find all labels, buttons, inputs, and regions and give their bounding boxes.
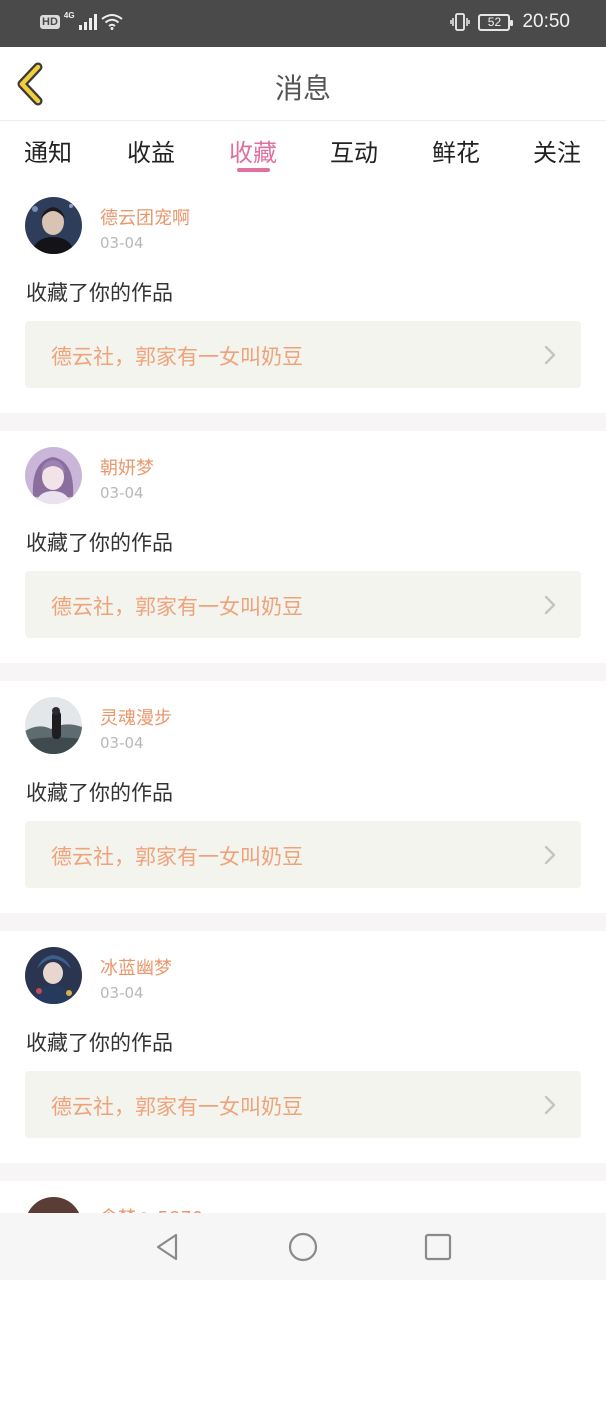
vibrate-icon — [450, 13, 471, 31]
divider — [0, 1163, 606, 1181]
app-header: 消息 — [0, 47, 606, 121]
action-text: 收藏了你的作品 — [26, 1031, 173, 1055]
divider — [0, 663, 606, 681]
chevron-right-icon — [544, 1095, 556, 1115]
work-title: 德云社，郭家有一女叫奶豆 — [51, 845, 303, 869]
status-left: HD 4G — [40, 11, 123, 30]
chevron-right-icon — [544, 845, 556, 865]
username[interactable]: 灵魂漫步 — [100, 704, 172, 730]
work-link[interactable]: 德云社，郭家有一女叫奶豆 — [25, 571, 581, 638]
work-title: 德云社，郭家有一女叫奶豆 — [51, 595, 303, 619]
work-link[interactable]: 德云社，郭家有一女叫奶豆 — [25, 821, 581, 888]
message-date: 03-04 — [100, 734, 144, 752]
divider — [0, 413, 606, 431]
chevron-right-icon — [544, 595, 556, 615]
message-date: 03-04 — [100, 984, 144, 1002]
tab-bar: 通知 收益 收藏 互动 鲜花 关注 — [0, 121, 606, 181]
clock: 20:50 — [522, 11, 570, 32]
chevron-right-icon — [544, 345, 556, 365]
tab-favorites[interactable]: 收藏 — [229, 133, 277, 168]
network-type: 4G — [63, 11, 75, 20]
action-text: 收藏了你的作品 — [26, 281, 173, 305]
message-date: 03-04 — [100, 234, 144, 252]
tab-flowers[interactable]: 鲜花 — [432, 133, 480, 168]
work-link[interactable]: 德云社，郭家有一女叫奶豆 — [25, 1071, 581, 1138]
wifi-icon — [100, 14, 123, 30]
system-nav-bar — [0, 1213, 606, 1280]
avatar[interactable] — [25, 197, 82, 254]
action-text: 收藏了你的作品 — [26, 531, 173, 555]
battery-indicator: 52 — [478, 13, 514, 31]
divider — [0, 913, 606, 931]
username[interactable]: 朝妍梦 — [100, 454, 154, 480]
signal-icon — [78, 13, 97, 30]
status-bar: HD 4G 52 20:50 — [0, 0, 606, 47]
username[interactable]: 冰蓝幽梦 — [100, 954, 172, 980]
tab-earnings[interactable]: 收益 — [127, 133, 175, 168]
work-link[interactable]: 德云社，郭家有一女叫奶豆 — [25, 321, 581, 388]
message-card: 德云团宠啊 03-04 收藏了你的作品 德云社，郭家有一女叫奶豆 — [0, 181, 606, 413]
hd-badge: HD — [40, 14, 60, 29]
status-right: 52 20:50 — [450, 11, 570, 33]
message-date: 03-04 — [100, 484, 144, 502]
avatar[interactable] — [25, 447, 82, 504]
avatar[interactable] — [25, 697, 82, 754]
page-title: 消息 — [274, 72, 331, 105]
avatar[interactable] — [25, 947, 82, 1004]
active-tab-indicator — [237, 168, 270, 172]
tab-following[interactable]: 关注 — [533, 133, 581, 168]
action-text: 收藏了你的作品 — [26, 781, 173, 805]
work-title: 德云社，郭家有一女叫奶豆 — [51, 345, 303, 369]
message-card: 灵魂漫步 03-04 收藏了你的作品 德云社，郭家有一女叫奶豆 — [0, 681, 606, 913]
username[interactable]: 德云团宠啊 — [100, 204, 190, 230]
tab-notifications[interactable]: 通知 — [24, 133, 72, 168]
recents-square-icon[interactable] — [422, 1231, 454, 1263]
tab-interactions[interactable]: 互动 — [330, 133, 378, 168]
message-card: 朝妍梦 03-04 收藏了你的作品 德云社，郭家有一女叫奶豆 — [0, 431, 606, 663]
message-card: 冰蓝幽梦 03-04 收藏了你的作品 德云社，郭家有一女叫奶豆 — [0, 931, 606, 1163]
back-triangle-icon[interactable] — [152, 1231, 184, 1263]
work-title: 德云社，郭家有一女叫奶豆 — [51, 1095, 303, 1119]
home-circle-icon[interactable] — [287, 1231, 319, 1263]
